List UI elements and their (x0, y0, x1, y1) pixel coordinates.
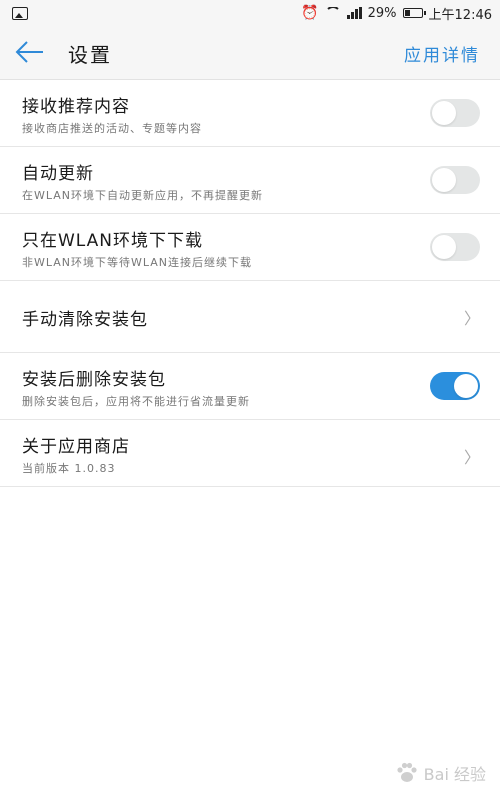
setting-about-store[interactable]: 关于应用商店 当前版本 1.0.83 〉 (0, 420, 500, 487)
battery-percent: 29% (367, 5, 397, 21)
setting-title: 只在WLAN环境下下载 (22, 231, 204, 251)
app-header: 设置 应用详情 (0, 26, 500, 78)
setting-subtitle: 接收商店推送的活动、专题等内容 (22, 122, 202, 135)
toggle-knob (432, 235, 456, 259)
toggle-switch[interactable] (430, 166, 480, 194)
toggle-switch[interactable] (430, 372, 480, 400)
wifi-icon (324, 7, 341, 19)
setting-subtitle: 在WLAN环境下自动更新应用，不再提醒更新 (22, 189, 264, 202)
page-title: 设置 (68, 43, 112, 67)
watermark-text: Bai 经验 (423, 765, 486, 784)
toggle-knob (432, 168, 456, 192)
alarm-icon: ⏰ (301, 5, 319, 21)
setting-title: 安装后删除安装包 (22, 370, 166, 390)
toggle-knob (432, 101, 456, 125)
toggle-knob (454, 374, 478, 398)
signal-icon (346, 7, 362, 19)
setting-auto-update[interactable]: 自动更新 在WLAN环境下自动更新应用，不再提醒更新 (0, 147, 500, 214)
status-right: ⏰ 29% 上午12:46 (301, 4, 492, 23)
setting-wlan-only-download[interactable]: 只在WLAN环境下下载 非WLAN环境下等待WLAN连接后继续下载 (0, 214, 500, 281)
back-button[interactable] (14, 38, 46, 66)
app-details-link[interactable]: 应用详情 (404, 41, 480, 66)
chevron-right-icon: 〉 (463, 448, 480, 467)
setting-title: 自动更新 (22, 164, 94, 184)
status-bar: ⏰ 29% 上午12:46 (0, 0, 500, 26)
setting-title: 手动清除安装包 (22, 310, 148, 330)
clock: 上午12:46 (428, 7, 492, 23)
toggle-switch[interactable] (430, 233, 480, 261)
battery-icon (402, 8, 426, 18)
setting-subtitle: 当前版本 1.0.83 (22, 462, 116, 475)
setting-title: 接收推荐内容 (22, 97, 130, 117)
top-bar: ⏰ 29% 上午12:46 设置 应用详情 (0, 0, 500, 80)
setting-receive-recommendations[interactable]: 接收推荐内容 接收商店推送的活动、专题等内容 (0, 80, 500, 147)
setting-subtitle: 非WLAN环境下等待WLAN连接后继续下载 (22, 256, 253, 269)
setting-title: 关于应用商店 (22, 437, 130, 457)
chevron-right-icon: 〉 (463, 309, 480, 328)
setting-delete-after-install[interactable]: 安装后删除安装包 删除安装包后，应用将不能进行省流量更新 (0, 353, 500, 420)
gallery-icon (12, 6, 28, 20)
setting-clear-packages[interactable]: 手动清除安装包 〉 (0, 281, 500, 353)
setting-subtitle: 删除安装包后，应用将不能进行省流量更新 (22, 395, 250, 408)
arrow-left-icon (15, 41, 43, 63)
toggle-switch[interactable] (430, 99, 480, 127)
paw-icon (397, 762, 417, 782)
watermark: Bai 经验 (394, 760, 486, 786)
settings-list: 接收推荐内容 接收商店推送的活动、专题等内容 自动更新 在WLAN环境下自动更新… (0, 80, 500, 487)
